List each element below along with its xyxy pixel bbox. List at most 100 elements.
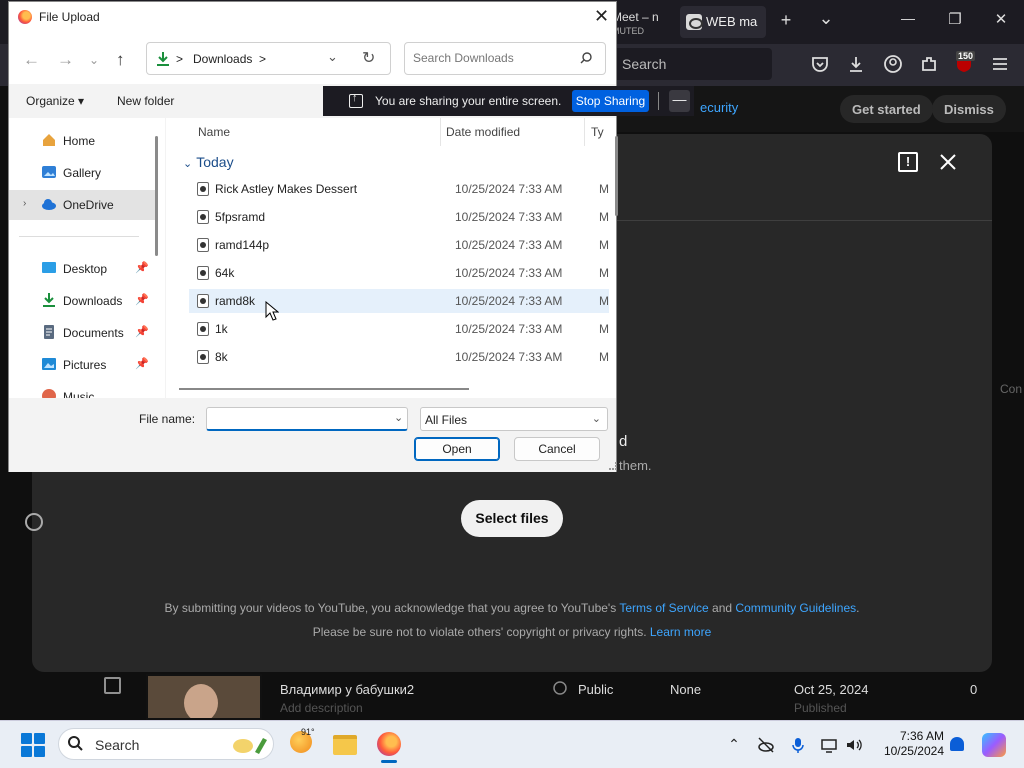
refresh-icon[interactable]: ↻	[362, 48, 375, 68]
search-icon	[68, 736, 83, 751]
dialog-close-button[interactable]: ✕	[594, 6, 609, 27]
onedrive-offline-icon[interactable]	[757, 736, 775, 754]
tab-list-button[interactable]: ⌄	[816, 8, 836, 29]
forward-arrow-icon[interactable]: →	[57, 50, 74, 70]
group-header-today[interactable]: ⌄ Today	[183, 154, 234, 170]
pocket-icon[interactable]	[810, 54, 830, 74]
search-highlight-icon	[233, 738, 267, 754]
terms-of-service-link[interactable]: Terms of Service	[619, 601, 708, 615]
video-title[interactable]: Владимир у бабушки2	[280, 682, 414, 697]
nav-scrollbar[interactable]	[155, 136, 158, 256]
start-button[interactable]	[21, 733, 45, 757]
pin-icon: 📌	[135, 262, 149, 274]
terms-text: By submitting your videos to YouTube, yo…	[164, 601, 620, 615]
expand-chevron-icon[interactable]: ›	[23, 198, 26, 209]
account-icon[interactable]	[883, 54, 903, 74]
address-dropdown-icon[interactable]: ⌄	[327, 49, 338, 65]
resize-grip[interactable]	[609, 462, 617, 470]
file-type-select[interactable]: All Files ⌄	[420, 407, 608, 431]
sidebar-item-desktop[interactable]: Desktop 📌	[9, 254, 157, 284]
sidebar-item-music[interactable]: Music	[9, 382, 157, 398]
row-checkbox[interactable]	[104, 677, 121, 694]
stop-sharing-button[interactable]: Stop Sharing	[572, 90, 649, 112]
search-downloads-input[interactable]	[413, 51, 573, 65]
firefox-taskbar-icon[interactable]	[377, 732, 401, 756]
sidebar-item-pictures[interactable]: Pictures 📌	[9, 350, 157, 380]
show-hidden-icons-icon[interactable]: ⌃	[725, 736, 743, 754]
network-icon[interactable]	[820, 736, 838, 754]
file-row[interactable]: 1k 10/25/2024 7:33 AM M	[189, 317, 609, 341]
taskbar-search[interactable]: Search	[58, 728, 274, 760]
new-folder-button[interactable]: New folder	[117, 94, 174, 108]
learn-more-link[interactable]: Learn more	[650, 625, 711, 639]
feedback-icon[interactable]: !	[898, 152, 918, 172]
window-restore-button[interactable]: ❐	[945, 10, 965, 28]
dialog-titlebar: File Upload ✕	[9, 2, 616, 32]
file-row[interactable]: ramd8k 10/25/2024 7:33 AM M	[189, 289, 609, 313]
column-separator[interactable]	[440, 118, 441, 146]
back-arrow-icon[interactable]: ←	[23, 50, 40, 70]
address-separator: >	[176, 52, 184, 66]
organize-menu[interactable]: Organize ▾	[26, 94, 84, 108]
sidebar-item-label: OneDrive	[63, 198, 114, 212]
cancel-button[interactable]: Cancel	[514, 437, 600, 461]
sidebar-item-label: Music	[63, 390, 95, 398]
column-header-name[interactable]: Name	[198, 125, 230, 139]
dismiss-button[interactable]: Dismiss	[932, 95, 1006, 123]
video-file-icon	[197, 322, 209, 336]
sidebar-circle-icon[interactable]	[22, 510, 46, 534]
file-type-value: All Files	[425, 413, 468, 427]
downloads-icon[interactable]	[846, 54, 866, 74]
address-bar[interactable]: > Downloads > ⌄ ↻	[146, 42, 391, 75]
file-row[interactable]: ramd144p 10/25/2024 7:33 AM M	[189, 233, 609, 257]
file-explorer-icon[interactable]	[333, 735, 357, 755]
vertical-scrollbar[interactable]	[615, 136, 618, 216]
address-trail[interactable]: >	[259, 52, 266, 66]
community-guidelines-link[interactable]: Community Guidelines	[735, 601, 856, 615]
file-name-input[interactable]	[206, 407, 408, 431]
microphone-icon[interactable]	[789, 736, 807, 754]
window-minimize-button[interactable]: —	[898, 10, 918, 26]
file-row[interactable]: 5fpsramd 10/25/2024 7:33 AM M	[189, 205, 609, 229]
sidebar-item-downloads[interactable]: Downloads 📌	[9, 286, 157, 316]
sidebar-item-label: Gallery	[63, 166, 102, 180]
get-started-button[interactable]: Get started	[840, 95, 933, 123]
menu-icon[interactable]	[990, 54, 1010, 74]
new-tab-button[interactable]: +	[776, 10, 796, 31]
video-file-icon	[197, 294, 209, 308]
close-icon[interactable]	[936, 150, 960, 174]
tab-meet[interactable]: Meet – n MUTED	[612, 6, 674, 40]
select-files-button[interactable]: Select files	[461, 500, 563, 537]
system-clock[interactable]: 7:36 AM 10/25/2024	[874, 729, 944, 759]
sidebar-item-gallery[interactable]: Gallery	[9, 158, 157, 188]
search-icon	[580, 52, 592, 64]
window-close-button[interactable]: ✕	[991, 10, 1011, 28]
visibility-value[interactable]: Public	[578, 682, 613, 697]
address-location[interactable]: Downloads	[193, 52, 252, 66]
video-thumbnail[interactable]	[146, 674, 262, 720]
tab-web[interactable]: WEB ma	[680, 6, 766, 38]
file-row[interactable]: 8k 10/25/2024 7:33 AM M	[189, 345, 609, 369]
search-downloads[interactable]	[404, 42, 606, 75]
file-name-dropdown-icon[interactable]: ⌄	[394, 411, 403, 424]
banner-link[interactable]: ecurity	[700, 100, 738, 115]
sidebar-item-home[interactable]: Home	[9, 126, 157, 156]
notification-bell-icon[interactable]	[950, 737, 964, 751]
file-row[interactable]: 64k 10/25/2024 7:33 AM M	[189, 261, 609, 285]
volume-icon[interactable]	[845, 736, 863, 754]
url-bar[interactable]: Search	[612, 48, 772, 80]
copilot-icon[interactable]	[982, 733, 1006, 757]
file-row[interactable]: Rick Astley Makes Dessert 10/25/2024 7:33…	[189, 177, 609, 201]
sidebar-item-documents[interactable]: Documents 📌	[9, 318, 157, 348]
column-header-date[interactable]: Date modified	[446, 125, 520, 139]
up-arrow-icon[interactable]: ↑	[116, 50, 125, 70]
horizontal-scrollbar[interactable]	[179, 388, 469, 390]
extensions-icon[interactable]	[919, 54, 939, 74]
open-button[interactable]: Open	[414, 437, 500, 461]
recent-locations-icon[interactable]: ⌄	[89, 53, 99, 67]
sidebar-item-onedrive[interactable]: › OneDrive	[9, 190, 157, 220]
clock-date: 10/25/2024	[883, 744, 944, 758]
minimize-sharing-bar-button[interactable]: —	[669, 90, 690, 112]
column-header-type[interactable]: Ty	[591, 125, 604, 139]
column-separator[interactable]	[584, 118, 585, 146]
